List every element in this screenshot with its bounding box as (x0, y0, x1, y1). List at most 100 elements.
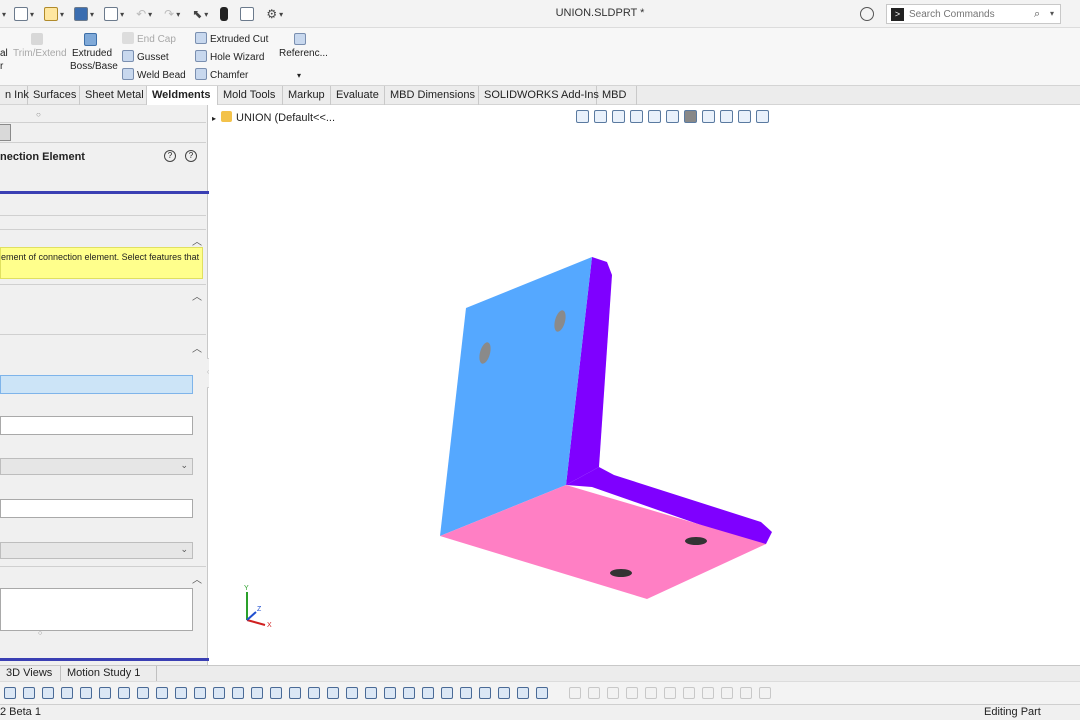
search-commands-input[interactable] (909, 7, 1029, 21)
search-dropdown-icon[interactable]: ▾ (1050, 9, 1054, 18)
save-dropdown-icon[interactable]: ▾ (90, 10, 94, 19)
tab-surfaces[interactable]: Surfaces (28, 86, 80, 105)
sketch-tool-icon[interactable] (346, 687, 358, 699)
reference-geometry-button[interactable]: Referenc... (279, 48, 328, 60)
bottom-tab-3d-views[interactable]: 3D Views (0, 666, 61, 681)
sketch-tool-icon[interactable] (664, 687, 676, 699)
property-manager-tab-icon[interactable] (0, 124, 11, 141)
sketch-tool-icon[interactable] (232, 687, 244, 699)
sketch-tool-icon[interactable] (194, 687, 206, 699)
home-dropdown-icon[interactable]: ▾ (2, 10, 6, 19)
sketch-tool-icon[interactable] (61, 687, 73, 699)
panel-grip-top[interactable]: ○ (36, 110, 41, 119)
sketch-tool-icon[interactable] (569, 687, 581, 699)
rebuild-traffic-light-icon[interactable] (220, 7, 229, 21)
redo-icon[interactable]: ↷ (164, 7, 174, 21)
options-dropdown-icon[interactable]: ▾ (279, 10, 283, 19)
sketch-tool-icon[interactable] (327, 687, 339, 699)
sketch-tool-icon[interactable] (99, 687, 111, 699)
tab-evaluate[interactable]: Evaluate (331, 86, 385, 105)
tab-weldments[interactable]: Weldments (147, 86, 218, 105)
sketch-tool-icon[interactable] (137, 687, 149, 699)
select-dropdown-icon[interactable]: ▾ (204, 10, 208, 19)
tab-solidworks-add-ins[interactable]: SOLIDWORKS Add-Ins (479, 86, 599, 105)
document-title: UNION.SLDPRT * (555, 7, 645, 19)
sketch-tool-icon[interactable] (536, 687, 548, 699)
weld-bead-button[interactable]: Weld Bead (122, 68, 186, 82)
detailed-preview-icon[interactable]: ? (164, 150, 176, 162)
sketch-tool-icon[interactable] (702, 687, 714, 699)
search-icon[interactable]: ⌕ (1034, 8, 1040, 21)
hole-wizard-button[interactable]: Hole Wizard (195, 50, 264, 64)
sketch-tool-icon[interactable] (645, 687, 657, 699)
chamfer-button[interactable]: Chamfer (195, 68, 248, 82)
sketch-tool-icon[interactable] (308, 687, 320, 699)
sketch-tool-icon[interactable] (498, 687, 510, 699)
partial-tool-label-top[interactable]: al (0, 48, 8, 60)
sketch-tool-icon[interactable] (289, 687, 301, 699)
triad-z-axis (246, 611, 257, 621)
sketch-tool-icon[interactable] (270, 687, 282, 699)
file-properties-icon[interactable] (240, 7, 255, 21)
sketch-tool-icon[interactable] (721, 687, 733, 699)
sketch-tool-icon[interactable] (4, 687, 16, 699)
print-icon[interactable] (104, 7, 119, 21)
tab-markup[interactable]: Markup (283, 86, 331, 105)
sketch-tool-icon[interactable] (42, 687, 54, 699)
new-dropdown-icon[interactable]: ▾ (30, 10, 34, 19)
options-gear-icon[interactable]: ⚙ (266, 7, 277, 21)
hole-wizard-label: Hole Wizard (210, 52, 265, 63)
sketch-tool-icon[interactable] (80, 687, 92, 699)
sketch-tool-icon[interactable] (384, 687, 396, 699)
sketch-tool-icon[interactable] (740, 687, 752, 699)
sketch-tool-icon[interactable] (175, 687, 187, 699)
hole[interactable] (610, 569, 632, 577)
sketch-tool-icon[interactable] (626, 687, 638, 699)
sketch-tool-icon[interactable] (156, 687, 168, 699)
select-cursor-icon[interactable]: ⬉ (192, 7, 202, 21)
extruded-boss-label-2[interactable]: Boss/Base (70, 61, 118, 73)
tab-mbd[interactable]: MBD (597, 86, 637, 105)
tab-sheet-metal[interactable]: Sheet Metal (80, 86, 147, 105)
hole[interactable] (685, 537, 707, 545)
extruded-boss-label-1[interactable]: Extruded (72, 48, 112, 60)
save-icon[interactable] (74, 7, 89, 21)
open-dropdown-icon[interactable]: ▾ (60, 10, 64, 19)
tab-mold-tools[interactable]: Mold Tools (218, 86, 283, 105)
title-bar: ▾ ▾ ▾ ▾ ▾ ↶ ▾ ↷ ▾ ⬉ ▾ ⚙ ▾ UNION.SLDPRT *… (0, 0, 1080, 28)
sketch-tool-icon[interactable] (422, 687, 434, 699)
new-document-icon[interactable] (14, 7, 29, 21)
sketch-tool-icon[interactable] (460, 687, 472, 699)
sketch-tool-icon[interactable] (441, 687, 453, 699)
sketch-tool-icon[interactable] (118, 687, 130, 699)
model-canvas[interactable]: Y X Z (209, 105, 1080, 665)
sketch-tool-icon[interactable] (251, 687, 263, 699)
print-dropdown-icon[interactable]: ▾ (120, 10, 124, 19)
reference-dropdown-icon[interactable]: ▾ (297, 70, 301, 82)
sketch-tool-icon[interactable] (213, 687, 225, 699)
extruded-cut-button[interactable]: Extruded Cut (195, 32, 268, 46)
sketch-tool-icon[interactable] (23, 687, 35, 699)
tab-mbd-dimensions[interactable]: MBD Dimensions (385, 86, 479, 105)
redo-dropdown-icon[interactable]: ▾ (176, 10, 180, 19)
help-icon[interactable]: ? (185, 150, 197, 162)
gusset-button[interactable]: Gusset (122, 50, 169, 64)
partial-tool-label-bottom[interactable]: r (0, 61, 3, 73)
sketch-tool-icon[interactable] (517, 687, 529, 699)
undo-icon[interactable]: ↶ (136, 7, 146, 21)
sketch-tool-icon[interactable] (403, 687, 415, 699)
sketch-tool-icon[interactable] (607, 687, 619, 699)
user-account-icon[interactable] (860, 7, 874, 21)
bottom-tab-motion-study-1[interactable]: Motion Study 1 (61, 666, 157, 681)
undo-dropdown-icon[interactable]: ▾ (148, 10, 152, 19)
sketch-tool-icon[interactable] (683, 687, 695, 699)
sketch-tool-icon[interactable] (365, 687, 377, 699)
search-commands-box[interactable]: > ⌕ ▾ (886, 4, 1061, 24)
end-cap-button[interactable]: End Cap (122, 32, 176, 46)
tab-n-ink[interactable]: n Ink (0, 86, 29, 105)
sketch-tool-icon[interactable] (588, 687, 600, 699)
sketch-tool-icon[interactable] (479, 687, 491, 699)
open-folder-icon[interactable] (44, 7, 59, 21)
trim-extend-button[interactable]: Trim/Extend (13, 48, 67, 60)
sketch-tool-icon[interactable] (759, 687, 771, 699)
